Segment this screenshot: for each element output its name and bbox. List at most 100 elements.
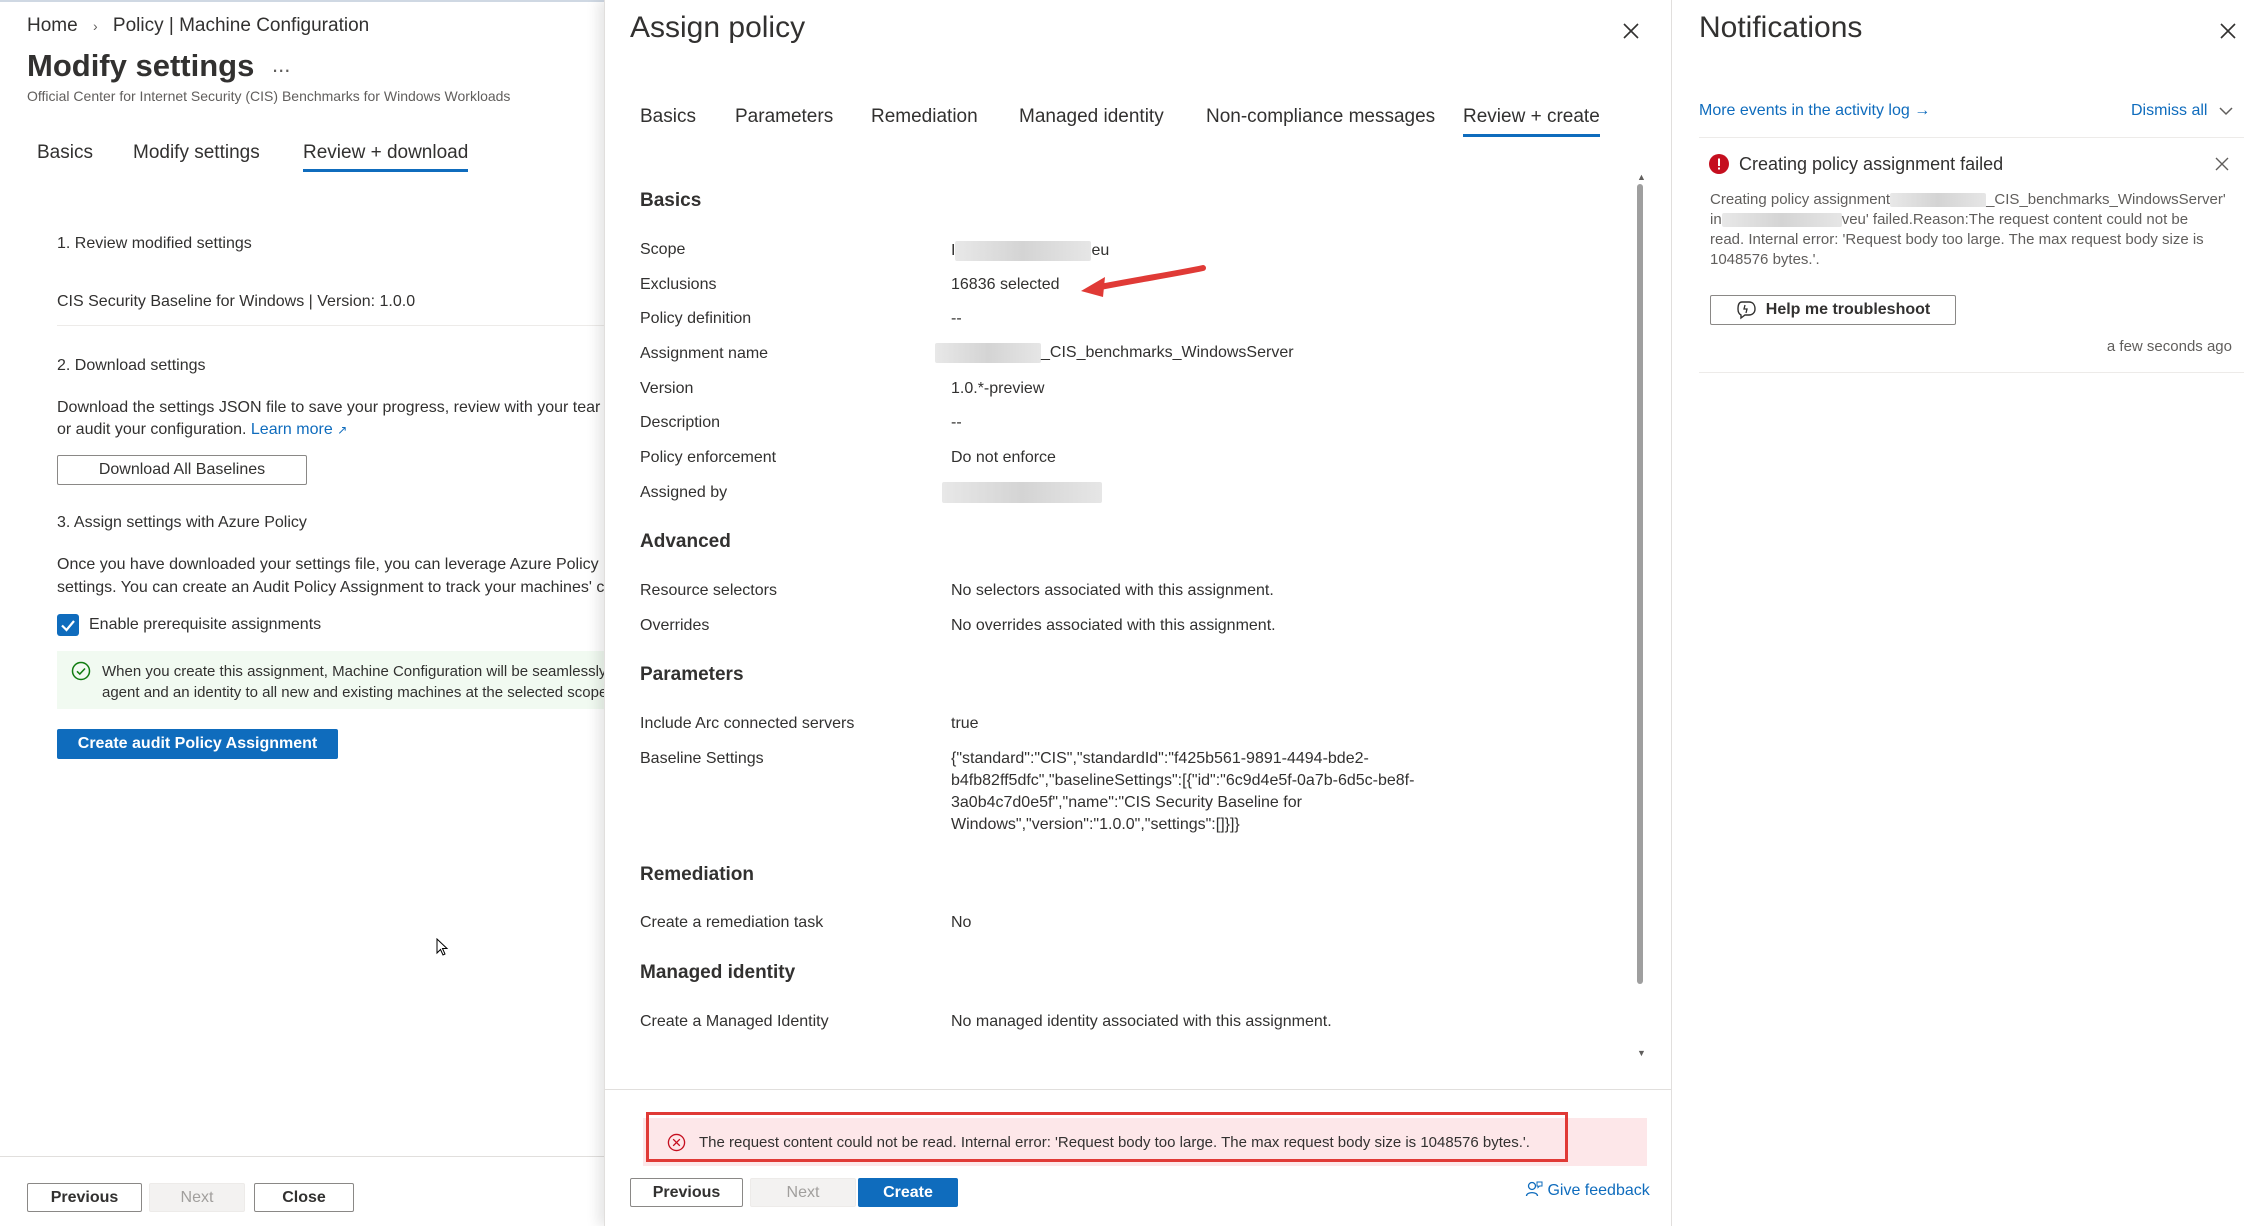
assignment-name-text: _CIS_benchmarks_WindowsServer bbox=[1041, 344, 1294, 362]
description-label: Description bbox=[640, 414, 721, 431]
tab-basics[interactable]: Basics bbox=[37, 142, 93, 164]
scroll-down-icon[interactable]: ▼ bbox=[1637, 1048, 1646, 1058]
footer-divider bbox=[605, 1089, 1671, 1090]
body-text: in bbox=[1710, 211, 1722, 228]
breadcrumb-home[interactable]: Home bbox=[27, 15, 78, 36]
feedback-icon bbox=[1525, 1181, 1543, 1197]
body-text: veu' failed.Reason:The request content c… bbox=[1841, 211, 2189, 228]
activity-log-link[interactable]: More events in the activity log → bbox=[1699, 102, 1930, 120]
resource-selectors-value: No selectors associated with this assign… bbox=[951, 582, 1274, 599]
previous-button[interactable]: Previous bbox=[630, 1178, 743, 1207]
create-audit-policy-button[interactable]: Create audit Policy Assignment bbox=[57, 729, 338, 759]
assigned-by-label: Assigned by bbox=[640, 484, 728, 501]
remediation-task-label: Create a remediation task bbox=[640, 914, 824, 931]
prerequisite-checkbox[interactable] bbox=[57, 614, 79, 636]
give-feedback-link[interactable]: Give feedback bbox=[1525, 1180, 1650, 1200]
download-description-2: or audit your configuration. Learn more … bbox=[57, 421, 347, 439]
tab-remediation[interactable]: Remediation bbox=[871, 106, 978, 128]
exclusions-label: Exclusions bbox=[640, 276, 717, 293]
footer-divider bbox=[0, 1156, 604, 1157]
advanced-heading: Advanced bbox=[640, 531, 731, 552]
arc-servers-value: true bbox=[951, 715, 979, 732]
notification-body-line3: read. Internal error: 'Request body too … bbox=[1710, 231, 2204, 248]
notifications-pane: Notifications More events in the activit… bbox=[1672, 0, 2262, 1226]
policy-definition-value: -- bbox=[951, 310, 962, 327]
managed-identity-label: Create a Managed Identity bbox=[640, 1013, 829, 1030]
redacted-block bbox=[935, 343, 1041, 363]
baseline-settings-line-3: 3a0b4c7d0e5f","name":"CIS Security Basel… bbox=[951, 794, 1302, 811]
notification-body-line4: 1048576 bytes.'. bbox=[1710, 251, 1820, 268]
scrollbar[interactable]: ▲ ▼ bbox=[1635, 172, 1646, 1058]
download-description: Download the settings JSON file to save … bbox=[57, 399, 601, 416]
external-link-icon: ↗ bbox=[337, 423, 348, 437]
info-banner-text: When you create this assignment, Machine… bbox=[102, 663, 604, 680]
tab-managed-identity[interactable]: Managed identity bbox=[1019, 106, 1164, 128]
chevron-right-icon: › bbox=[92, 18, 98, 34]
remediation-heading: Remediation bbox=[640, 864, 755, 885]
tab-basics[interactable]: Basics bbox=[640, 106, 696, 128]
redacted-block bbox=[1890, 193, 1987, 208]
notification-body-line2: in veu' failed.Reason:The request content… bbox=[1710, 210, 2226, 230]
managed-identity-heading: Managed identity bbox=[640, 962, 796, 983]
tab-non-compliance-messages[interactable]: Non-compliance messages bbox=[1206, 106, 1435, 128]
help-me-troubleshoot-button[interactable]: Help me troubleshoot bbox=[1710, 295, 1956, 325]
give-feedback-text[interactable]: Give feedback bbox=[1547, 1182, 1649, 1199]
tab-modify-settings[interactable]: Modify settings bbox=[133, 142, 260, 164]
tab-parameters[interactable]: Parameters bbox=[735, 106, 833, 128]
previous-button[interactable]: Previous bbox=[27, 1183, 142, 1212]
assignment-name-value: _CIS_benchmarks_WindowsServer bbox=[935, 343, 1294, 363]
scope-value: Ieu bbox=[951, 241, 1109, 261]
download-description-text: or audit your configuration. bbox=[57, 421, 247, 438]
page-title: Modify settings bbox=[27, 48, 255, 83]
basics-heading: Basics bbox=[640, 190, 702, 211]
assign-policy-title: Assign policy bbox=[630, 11, 806, 44]
assign-description: Once you have downloaded your settings f… bbox=[57, 556, 599, 573]
breadcrumb-policy[interactable]: Policy | Machine Configuration bbox=[113, 15, 369, 36]
tab-review-create[interactable]: Review + create bbox=[1463, 106, 1600, 137]
body-text: Creating policy assignment bbox=[1710, 191, 1891, 208]
info-banner: When you create this assignment, Machine… bbox=[57, 651, 604, 709]
dismiss-all-button[interactable]: Dismiss all bbox=[2131, 102, 2207, 120]
notification-title: Creating policy assignment failed bbox=[1739, 154, 2004, 174]
checkbox-label: Enable prerequisite assignments bbox=[89, 616, 322, 633]
modify-settings-pane: Home › Policy | Machine Configuration Mo… bbox=[0, 0, 604, 1226]
assign-policy-pane: Assign policy Basics Parameters Remediat… bbox=[604, 0, 1672, 1226]
download-all-baselines-button[interactable]: Download All Baselines bbox=[57, 455, 307, 485]
chevron-down-icon[interactable] bbox=[2218, 104, 2234, 118]
policy-definition-label: Policy definition bbox=[640, 310, 752, 327]
body-text: _CIS_benchmarks_WindowsServer' bbox=[1986, 191, 2226, 208]
step1-heading: 1. Review modified settings bbox=[57, 235, 252, 252]
error-message-text: The request content could not be read. I… bbox=[699, 1134, 1530, 1151]
create-button[interactable]: Create bbox=[858, 1178, 958, 1207]
arc-servers-label: Include Arc connected servers bbox=[640, 715, 855, 732]
assign-description-2: settings. You can create an Audit Policy… bbox=[57, 579, 604, 596]
more-options-button[interactable]: ... bbox=[272, 52, 290, 78]
baseline-settings-label: Baseline Settings bbox=[640, 750, 764, 767]
close-button[interactable]: Close bbox=[254, 1183, 354, 1212]
scroll-up-icon[interactable]: ▲ bbox=[1637, 172, 1646, 182]
scope-value-end: eu bbox=[1091, 242, 1110, 260]
mouse-cursor-icon bbox=[436, 938, 449, 956]
next-button[interactable]: Next bbox=[750, 1178, 856, 1207]
overrides-label: Overrides bbox=[640, 617, 710, 634]
step2-heading: 2. Download settings bbox=[57, 357, 206, 374]
next-button[interactable]: Next bbox=[149, 1183, 245, 1212]
scrollbar-thumb[interactable] bbox=[1637, 184, 1643, 984]
baseline-settings-line-1: {"standard":"CIS","standardId":"f425b561… bbox=[951, 750, 1369, 767]
dismiss-notification-icon[interactable] bbox=[2215, 157, 2229, 171]
close-icon[interactable] bbox=[2219, 22, 2237, 40]
exclusions-value: 16836 selected bbox=[951, 276, 1060, 293]
troubleshoot-icon bbox=[1737, 301, 1756, 320]
help-button-label: Help me troubleshoot bbox=[1765, 301, 1931, 318]
policy-enforcement-value: Do not enforce bbox=[951, 449, 1056, 466]
baseline-summary: CIS Security Baseline for Windows | Vers… bbox=[57, 293, 416, 310]
tab-review-download[interactable]: Review + download bbox=[303, 142, 469, 172]
success-check-icon bbox=[71, 661, 91, 681]
learn-more-link[interactable]: Learn more bbox=[251, 421, 333, 438]
divider bbox=[57, 325, 604, 326]
red-arrow-annotation bbox=[1081, 265, 1206, 297]
notification-card[interactable]: Creating policy assignment failed Creati… bbox=[1699, 137, 2244, 373]
page-subtitle: Official Center for Internet Security (C… bbox=[27, 88, 511, 104]
close-icon[interactable] bbox=[1622, 22, 1640, 40]
redacted-block bbox=[955, 241, 1092, 261]
